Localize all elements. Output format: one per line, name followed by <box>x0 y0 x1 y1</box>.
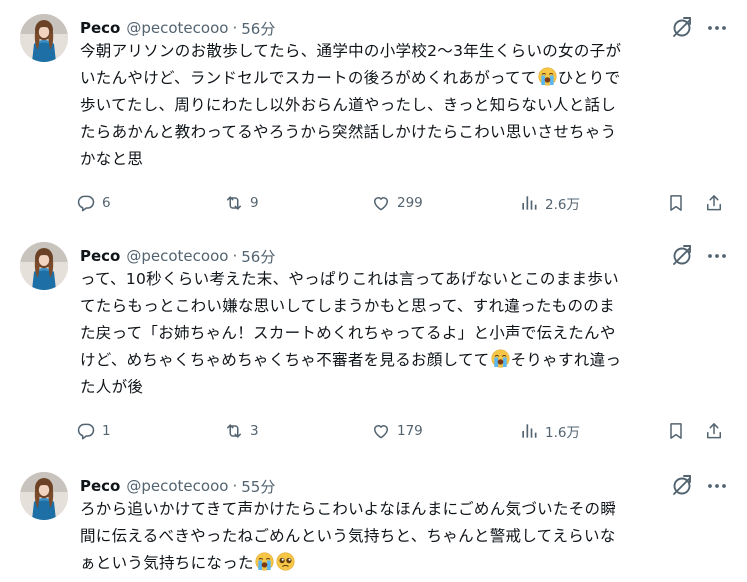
text-line: って、10秒くらい考えた末、やっぱりこれは言ってあげないとこのまま歩い <box>80 270 619 288</box>
view-count: 1.6万 <box>545 425 580 441</box>
views-button[interactable]: 1.6万 <box>519 419 580 443</box>
tweet-header: Peco @pecotecooo · 55分 <box>80 474 275 498</box>
tweet-header: Peco @pecotecooo · 56分 <box>80 16 275 40</box>
text-fragment: ひとりで <box>557 69 621 87</box>
share-icon <box>707 423 721 439</box>
text-line: 間に伝えるべきやったねごめんという気持ちと、ちゃんと警戒してえらいな <box>80 527 616 545</box>
repost-count: 3 <box>250 423 259 439</box>
share-button[interactable] <box>704 191 724 215</box>
bookmark-button[interactable] <box>666 191 686 215</box>
reply-button[interactable]: 6 <box>76 191 111 215</box>
tweet-text: って、10秒くらい考えた末、やっぱりこれは言ってあげないとこのまま歩い てたらも… <box>80 266 740 401</box>
separator-dot: · <box>232 19 238 37</box>
tweet-header: Peco @pecotecooo · 56分 <box>80 244 275 268</box>
text-line: た人が後 <box>80 378 144 396</box>
user-handle[interactable]: @pecotecooo <box>126 247 228 265</box>
pleading-face-emoji <box>276 552 295 571</box>
repost-icon <box>227 424 241 438</box>
user-handle[interactable]: @pecotecooo <box>126 477 228 495</box>
repost-button[interactable]: 9 <box>224 191 259 215</box>
text-fragment: けど、めちゃくちゃめちゃくちゃ不審者を見るお顔してて <box>80 351 490 369</box>
text-line: てたらもっとこわい嫌な思いしてしまうかもと思って、すれ違ったもののま <box>80 297 615 315</box>
text-line: 歩いてたし、周りにわたし以外おらん道やったし、きっと知らない人と話し <box>80 96 617 114</box>
avatar[interactable] <box>20 472 68 520</box>
action-bar: 1 3 179 1.6万 <box>76 419 736 443</box>
tweet-text: 今朝アリソンのお散歩してたら、通学中の小学校2〜3年生くらいの女の子が いたんや… <box>80 38 740 173</box>
text-line: 今朝アリソンのお散歩してたら、通学中の小学校2〜3年生くらいの女の子が <box>80 42 622 60</box>
text-fragment: いたんやけど、ランドセルでスカートの後ろがめくれあがってて <box>80 69 537 87</box>
avatar[interactable] <box>20 14 68 62</box>
text-line: た戻って「お姉ちゃん！スカートめくれちゃってるよ」と小声で伝えたんや <box>80 324 616 342</box>
timestamp[interactable]: 56分 <box>241 18 275 39</box>
loudly-crying-face-emoji <box>490 349 510 368</box>
text-line: かなと思 <box>80 150 144 168</box>
views-chart-icon <box>522 196 537 210</box>
repost-icon <box>227 196 241 210</box>
like-count: 299 <box>397 195 423 211</box>
separator-dot: · <box>232 247 238 265</box>
like-button[interactable]: 299 <box>371 191 423 215</box>
text-line: いたんやけど、ランドセルでスカートの後ろがめくれあがってて ひとりで <box>80 65 740 92</box>
bookmark-button[interactable] <box>666 419 686 443</box>
loudly-crying-face-emoji <box>255 552 274 571</box>
reply-count: 6 <box>102 195 111 211</box>
heart-icon <box>374 425 388 439</box>
tweet-text: ろから追いかけてきて声かけたらこわいよなほんまにごめん気づいたその瞬 間に伝える… <box>80 496 740 577</box>
bookmark-icon <box>670 195 682 211</box>
share-icon <box>707 195 721 211</box>
like-count: 179 <box>397 423 423 439</box>
share-button[interactable] <box>704 419 724 443</box>
repost-count: 9 <box>250 195 259 211</box>
display-name[interactable]: Peco <box>80 477 120 495</box>
timestamp[interactable]: 55分 <box>241 476 275 497</box>
text-fragment: ぁという気持ちになった <box>80 554 254 572</box>
bookmark-icon <box>670 423 682 439</box>
like-button[interactable]: 179 <box>371 419 423 443</box>
reply-count: 1 <box>102 423 111 439</box>
separator-dot: · <box>232 477 238 495</box>
action-bar: 6 9 299 2.6万 <box>76 191 736 215</box>
user-handle[interactable]: @pecotecooo <box>126 19 228 37</box>
timestamp[interactable]: 56分 <box>241 246 275 267</box>
display-name[interactable]: Peco <box>80 19 120 37</box>
text-line: けど、めちゃくちゃめちゃくちゃ不審者を見るお顔してて そりゃすれ違っ <box>80 347 740 374</box>
heart-icon <box>374 197 388 211</box>
views-button[interactable]: 2.6万 <box>519 191 580 215</box>
view-count: 2.6万 <box>545 197 580 213</box>
repost-button[interactable]: 3 <box>224 419 259 443</box>
avatar[interactable] <box>20 242 68 290</box>
display-name[interactable]: Peco <box>80 247 120 265</box>
reply-icon <box>77 423 95 440</box>
text-line: たらあかんと教わってるやろうから突然話しかけたらこわい思いさせちゃう <box>80 123 617 141</box>
text-line: ろから追いかけてきて声かけたらこわいよなほんまにごめん気づいたその瞬 <box>80 500 617 518</box>
views-chart-icon <box>522 424 537 438</box>
reply-icon <box>77 195 95 212</box>
text-fragment: そりゃすれ違っ <box>510 351 622 369</box>
loudly-crying-face-emoji <box>537 67 557 86</box>
reply-button[interactable]: 1 <box>76 419 111 443</box>
text-line: ぁという気持ちになった <box>80 550 740 577</box>
